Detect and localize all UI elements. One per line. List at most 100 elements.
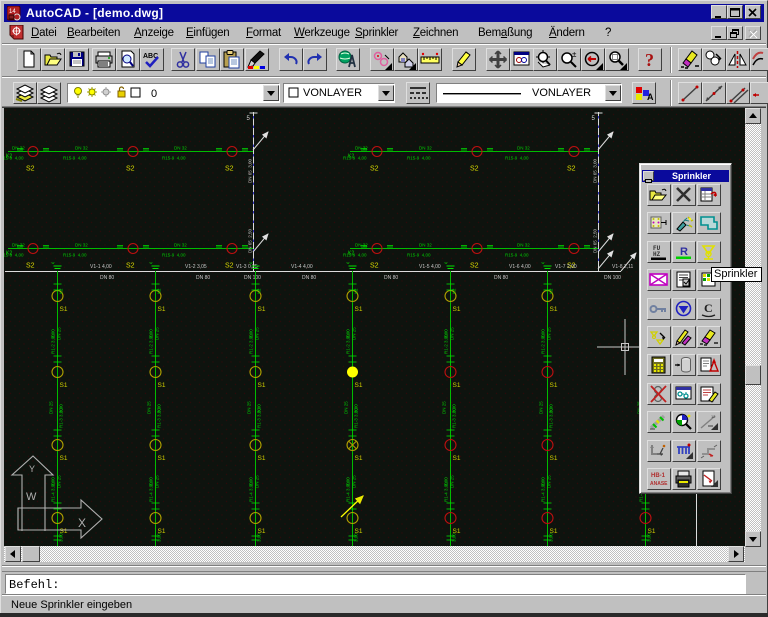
svg-text:S1: S1 xyxy=(355,455,363,462)
svg-text:3,00: 3,00 xyxy=(354,404,359,413)
svg-text:DN 65 2,50: DN 65 2,50 xyxy=(593,228,598,253)
svg-text:V1-7 2,00: V1-7 2,00 xyxy=(555,264,577,270)
svg-text:R15-9 4,00: R15-9 4,00 xyxy=(505,253,529,258)
svg-text:3,00: 3,00 xyxy=(549,404,554,413)
svg-text:?: ? xyxy=(645,50,654,70)
svg-text:3,00: 3,00 xyxy=(149,477,154,486)
svg-text:R15-9 4,00: R15-9 4,00 xyxy=(505,156,529,161)
svg-text:DN 32: DN 32 xyxy=(75,243,88,248)
svg-text:S1: S1 xyxy=(60,455,68,462)
svg-text:0: 0 xyxy=(151,88,157,100)
svg-text:K2: K2 xyxy=(348,251,354,257)
svg-text:S1: S1 xyxy=(550,455,558,462)
svg-text:S1: S1 xyxy=(158,382,166,389)
svg-text:DN 25: DN 25 xyxy=(450,327,455,340)
svg-text:S1: S1 xyxy=(355,382,363,389)
svg-text:S1: S1 xyxy=(60,382,68,389)
svg-text:DN 25: DN 25 xyxy=(255,475,260,488)
svg-text:S1: S1 xyxy=(60,306,68,313)
svg-text:W: W xyxy=(26,491,37,503)
svg-text:DN 25: DN 25 xyxy=(352,475,357,488)
svg-text:S1: S1 xyxy=(355,306,363,313)
svg-text:DN 80: DN 80 xyxy=(196,275,210,281)
svg-text:K2: K2 xyxy=(59,288,64,294)
svg-text:S2: S2 xyxy=(370,166,379,173)
svg-text:3,00: 3,00 xyxy=(452,533,457,542)
svg-text:DN 25: DN 25 xyxy=(344,401,349,414)
svg-text:R15-9 4,00: R15-9 4,00 xyxy=(407,156,431,161)
svg-text:S2: S2 xyxy=(26,263,35,270)
svg-text:3,00: 3,00 xyxy=(59,404,64,413)
svg-text:C: C xyxy=(704,301,713,315)
svg-text:3,00: 3,00 xyxy=(51,477,56,486)
svg-text:DN 25: DN 25 xyxy=(57,327,62,340)
svg-text:S2: S2 xyxy=(126,263,135,270)
svg-text:3,00: 3,00 xyxy=(51,329,56,338)
svg-text:DN 80: DN 80 xyxy=(494,275,508,281)
svg-text:w: w xyxy=(445,260,448,265)
svg-text:S1: S1 xyxy=(258,455,266,462)
svg-text:DN 32: DN 32 xyxy=(419,146,432,151)
svg-text:3,00: 3,00 xyxy=(59,533,64,542)
svg-text:R15-9 4,00: R15-9 4,00 xyxy=(343,156,367,161)
svg-text:3,00: 3,00 xyxy=(444,477,449,486)
svg-text:DN 80: DN 80 xyxy=(384,275,398,281)
svg-text:S1: S1 xyxy=(453,455,461,462)
svg-text:3,00: 3,00 xyxy=(647,533,652,542)
svg-text:DN 32: DN 32 xyxy=(75,146,88,151)
svg-text:DN 25: DN 25 xyxy=(57,475,62,488)
svg-text:±: ± xyxy=(572,50,577,59)
svg-text:3,00: 3,00 xyxy=(346,477,351,486)
svg-text:HB-1: HB-1 xyxy=(651,473,666,479)
svg-text:S2: S2 xyxy=(26,166,35,173)
svg-text:DN 25: DN 25 xyxy=(255,327,260,340)
svg-text:K2: K2 xyxy=(354,288,359,294)
svg-text:HZ: HZ xyxy=(653,251,661,258)
svg-text:V1-4 4,00: V1-4 4,00 xyxy=(291,264,313,270)
svg-text:w: w xyxy=(250,260,253,265)
svg-text:K2: K2 xyxy=(157,288,162,294)
svg-text:R15-9 4,00: R15-9 4,00 xyxy=(407,253,431,258)
svg-text:S1: S1 xyxy=(158,455,166,462)
svg-text:3,00: 3,00 xyxy=(257,404,262,413)
svg-text:w: w xyxy=(347,260,350,265)
svg-text:3,00: 3,00 xyxy=(346,329,351,338)
svg-text:DN 25: DN 25 xyxy=(547,475,552,488)
svg-text:K2: K2 xyxy=(549,288,554,294)
svg-text:V1-5 4,00: V1-5 4,00 xyxy=(419,264,441,270)
svg-text:S1: S1 xyxy=(258,306,266,313)
svg-text:DN 25: DN 25 xyxy=(547,327,552,340)
svg-text:3,00: 3,00 xyxy=(249,477,254,486)
svg-text:K2: K2 xyxy=(257,288,262,294)
svg-text:w: w xyxy=(52,260,55,265)
svg-text:K2: K2 xyxy=(452,288,457,294)
svg-text:DN 65 3,00: DN 65 3,00 xyxy=(593,158,598,183)
svg-text:V1-6 4,00: V1-6 4,00 xyxy=(509,264,531,270)
svg-text:3,00: 3,00 xyxy=(541,477,546,486)
svg-text:X: X xyxy=(78,516,86,530)
svg-text:R15-9 4,00: R15-9 4,00 xyxy=(63,156,87,161)
svg-text:3,00: 3,00 xyxy=(257,533,262,542)
svg-text:DN 25: DN 25 xyxy=(539,401,544,414)
svg-text:DN 32: DN 32 xyxy=(419,243,432,248)
svg-text:3,00: 3,00 xyxy=(549,533,554,542)
svg-text:V1-3 0,25: V1-3 0,25 xyxy=(236,264,258,270)
svg-text:w: w xyxy=(150,260,153,265)
svg-text:DN 65 2,50: DN 65 2,50 xyxy=(248,228,253,253)
svg-text:DN 32: DN 32 xyxy=(174,146,187,151)
svg-text:S2: S2 xyxy=(225,166,234,173)
svg-text:R: R xyxy=(680,246,688,258)
svg-text:DN 80: DN 80 xyxy=(100,275,114,281)
svg-text:S2: S2 xyxy=(225,263,234,270)
svg-text:A: A xyxy=(712,359,716,365)
svg-text:S2: S2 xyxy=(567,166,576,173)
svg-text:DN 25: DN 25 xyxy=(450,475,455,488)
svg-text:S1: S1 xyxy=(453,306,461,313)
svg-text:3,00: 3,00 xyxy=(157,533,162,542)
svg-text:DN 25: DN 25 xyxy=(352,327,357,340)
svg-text:DN 25: DN 25 xyxy=(147,401,152,414)
svg-text:S2: S2 xyxy=(470,166,479,173)
svg-text:3,00: 3,00 xyxy=(149,329,154,338)
svg-text:3,00: 3,00 xyxy=(157,404,162,413)
svg-text:S1: S1 xyxy=(550,382,558,389)
